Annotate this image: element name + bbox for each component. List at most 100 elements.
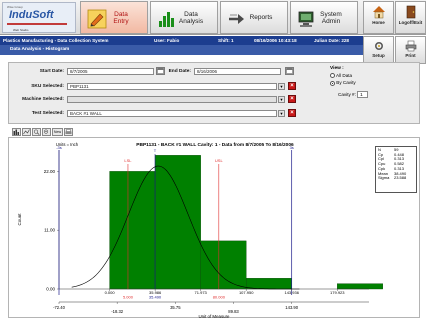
status-system-name: Plastics Manufacturing - Data Collection…: [3, 38, 109, 43]
status-shift: Shift: 1: [218, 38, 234, 43]
stat-key: Sigma: [378, 175, 390, 181]
histogram-bar: [200, 240, 247, 290]
bin-edge-label: 179.923: [330, 290, 345, 295]
nav-data-entry-label: Data Entry: [113, 11, 129, 25]
nav-system-admin-label: System Admin: [320, 11, 342, 25]
status-user: User: Fabio: [154, 38, 180, 43]
logo-swoosh: [7, 23, 67, 25]
limit-line-label: LSL: [124, 158, 132, 163]
setup-button[interactable]: Setup: [363, 36, 394, 64]
sku-selected-label: SKU Selected:: [31, 84, 64, 89]
histogram-icon: [13, 129, 19, 135]
histogram-chart: PBP1131 - BACK #1 WALL Cavity: 1 - Data …: [17, 142, 383, 319]
status-datetime: 08/16/2006 10:43:18: [254, 38, 297, 43]
cavity-number-field: Cavity #: 1: [330, 90, 386, 98]
machine-clear-button[interactable]: ×: [288, 95, 296, 103]
bin-edge-label: 71.973: [195, 290, 208, 295]
chart-type-line-button[interactable]: [22, 128, 31, 136]
indusoft-logo: Wise Group InduSoft Web Studio: [2, 2, 76, 33]
limit-line-label: USL: [215, 158, 224, 163]
end-date-input[interactable]: 8/16/2006: [194, 68, 281, 75]
stats-box: N 59 Cp 0.448 Cpl 0.313 Cpu 0.582 Cpk 0.313 Mean 38…: [375, 146, 417, 193]
test-selected-label: Test Selected:: [31, 111, 64, 116]
view-by-cavity-option[interactable]: By Cavity: [330, 80, 386, 86]
sigma-axis-label: -72.40: [53, 305, 66, 310]
histogram-bar: [109, 171, 156, 290]
calendar-icon: [157, 68, 164, 74]
chart-new-button[interactable]: New: [52, 128, 63, 136]
home-button[interactable]: Home: [363, 1, 394, 34]
chart-print-button[interactable]: [64, 128, 73, 136]
sku-selected-select[interactable]: PBP1131: [67, 83, 277, 90]
breadcrumb: Data Analysis - Histogram: [10, 47, 70, 52]
nav-system-admin-button[interactable]: System Admin: [290, 1, 358, 34]
cavity-number-input[interactable]: 1: [357, 90, 369, 98]
logoff-exit-button[interactable]: Logoff/Exit: [395, 1, 426, 34]
limit-value-label: 5.000: [123, 295, 134, 300]
view-by-cavity-label: By Cavity: [336, 80, 356, 86]
nav-data-analysis-label: Data Analysis: [178, 11, 204, 25]
print-button[interactable]: Print: [395, 36, 426, 64]
histogram-bar: [337, 283, 383, 290]
limit-value-label: 80.000: [213, 295, 226, 300]
stat-value: 23.588: [394, 175, 407, 181]
histogram-chart-area: PBP1131 - BACK #1 WALL Cavity: 1 - Data …: [8, 137, 420, 319]
zoom-out-icon: [43, 129, 49, 134]
chart-zoom-out-button[interactable]: [42, 128, 51, 136]
view-label: View :: [330, 66, 344, 71]
chart-title: PBP1131 - BACK #1 WALL Cavity: 1 - Data …: [136, 142, 294, 148]
nav-reports-label: Reports: [249, 14, 273, 21]
view-options-group: View : All Data By Cavity Cavity #: 1: [330, 66, 386, 120]
nav-data-entry-button[interactable]: Data Entry: [80, 1, 148, 34]
line-chart-icon: [23, 129, 30, 135]
nav-data-analysis-button[interactable]: Data Analysis: [150, 1, 218, 34]
target-line-label: T: [154, 148, 157, 153]
chart-zoom-in-button[interactable]: [32, 128, 41, 136]
start-date-input[interactable]: 8/7/2005: [67, 68, 154, 75]
setup-label: Setup: [372, 53, 385, 58]
printer-icon: [405, 40, 416, 52]
view-all-data-label: All Data: [336, 73, 353, 78]
cavity-number-label: Cavity #:: [338, 91, 356, 97]
x-axis-label: Unit of Measure: [199, 314, 231, 319]
start-date-calendar-button[interactable]: [156, 67, 165, 75]
y-tick-label: 0.00: [46, 287, 55, 292]
print-label: Print: [405, 53, 416, 58]
histogram-bar: [246, 278, 292, 290]
logo-tagline: Web Studio: [13, 28, 29, 32]
nav-reports-button[interactable]: Reports: [220, 1, 288, 34]
test-clear-button[interactable]: ×: [288, 109, 296, 117]
histogram-bar: [154, 155, 201, 290]
view-all-data-radio[interactable]: [330, 73, 335, 79]
status-julian-date: Julian Date: 228: [314, 38, 349, 43]
sigma-line-label: -3s: [56, 145, 62, 150]
sku-dropdown-button[interactable]: ▼: [278, 83, 285, 90]
machine-selected-label: Machine Selected:: [22, 97, 64, 102]
logoff-label: Logoff/Exit: [398, 20, 423, 25]
sigma-axis-label: 35.75: [170, 305, 181, 310]
view-by-cavity-radio[interactable]: [330, 80, 335, 86]
y-axis-label: Count: [17, 213, 22, 226]
printer-icon: [65, 129, 72, 134]
machine-dropdown-button[interactable]: ▼: [278, 96, 285, 103]
bin-edge-label: 143.936: [284, 290, 299, 295]
end-date-calendar-button[interactable]: [285, 67, 294, 75]
home-icon: [372, 6, 385, 19]
test-selected-select[interactable]: BACK #1 WALL: [67, 110, 277, 117]
calendar-icon: [286, 68, 293, 74]
door-exit-icon: [406, 5, 415, 19]
machine-selected-select[interactable]: [67, 96, 277, 103]
y-tick-label: 11.00: [44, 228, 55, 233]
logo-name: InduSoft: [9, 9, 54, 21]
start-date-label: Start Date:: [39, 69, 64, 74]
stat-row: Sigma 23.588: [378, 176, 414, 181]
breadcrumb-bar: Data Analysis - Histogram: [0, 45, 364, 55]
view-all-data-option[interactable]: All Data: [330, 73, 386, 79]
sku-clear-button[interactable]: ×: [288, 82, 296, 90]
bin-edge-label: 0.000: [105, 290, 116, 295]
stats-list: N 59 Cp 0.448 Cpl 0.313 Cpu 0.582 Cpk 0.313 Mean 38…: [378, 147, 414, 181]
test-dropdown-button[interactable]: ▼: [278, 110, 285, 117]
chart-type-histogram-button[interactable]: [12, 128, 21, 136]
sigma-axis-label: 143.90: [285, 305, 298, 310]
setup-tools-icon: [374, 41, 383, 51]
